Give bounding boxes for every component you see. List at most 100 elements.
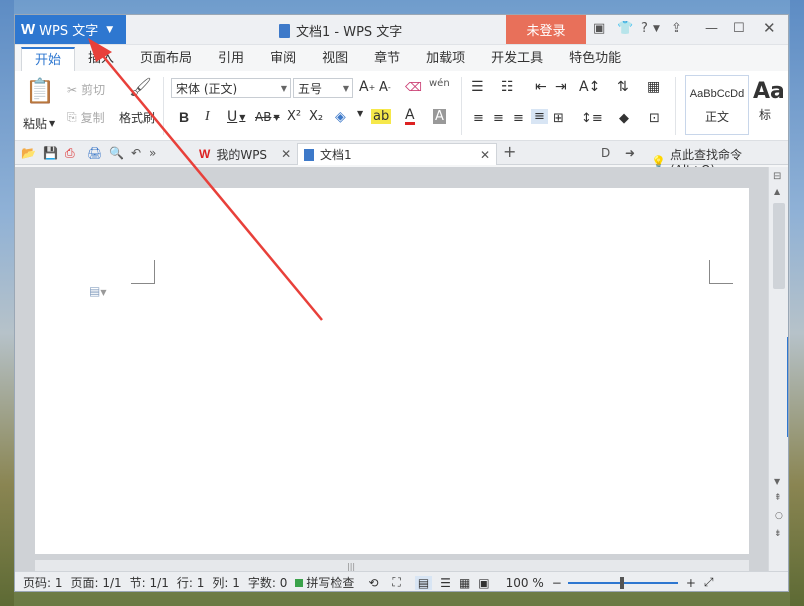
close-icon[interactable]: ✕ [480, 148, 490, 162]
tab-features[interactable]: 特色功能 [556, 47, 634, 71]
align-right-icon[interactable]: ≡ [513, 111, 524, 126]
numbered-list-icon[interactable]: ☷ [501, 79, 514, 95]
print-preview-icon[interactable]: 🔍 [109, 146, 124, 160]
tab-home[interactable]: 开始 [21, 47, 76, 71]
fit-window-icon[interactable]: ⤢ [704, 575, 714, 590]
save-icon[interactable]: 💾 [43, 146, 58, 160]
scroll-down-icon[interactable]: ▼ [774, 477, 780, 486]
text-direction-icon[interactable]: A↕ [579, 79, 600, 95]
vertical-scrollbar[interactable]: ⊟ ▲ ▼ ⇞ ○ ⇟ [768, 167, 788, 572]
pinyin-guide-icon[interactable]: wén [429, 78, 450, 89]
app-menu-button[interactable]: W WPS 文字 ▼ [15, 15, 126, 44]
sort-icon[interactable]: ⇅ [617, 79, 629, 95]
font-color-icon[interactable]: A [405, 108, 415, 125]
subscript-button[interactable]: X₂ [309, 109, 323, 124]
paste-icon[interactable]: 📋 [25, 77, 55, 105]
history-icon[interactable]: ⟲ [368, 576, 378, 590]
superscript-button[interactable]: X² [287, 109, 301, 124]
font-shrink-icon[interactable]: A- [379, 80, 391, 95]
bold-button[interactable]: B [179, 109, 189, 125]
style-heading[interactable]: Aa 标 [753, 75, 783, 135]
zoom-level[interactable]: 100 % [506, 576, 544, 590]
help-icon[interactable]: ? [641, 21, 648, 36]
new-tab-icon[interactable]: + [503, 142, 516, 161]
ruler-toggle-icon[interactable]: ⊟ [773, 171, 781, 182]
zoom-in-icon[interactable]: + [686, 576, 696, 590]
tab-insert[interactable]: 插入 [75, 47, 127, 71]
pin-icon[interactable]: ➜ [625, 146, 635, 160]
char-shading-icon[interactable]: A [433, 109, 446, 124]
spell-check-toggle[interactable]: 拼写检查 [295, 574, 354, 591]
align-center-icon[interactable]: ≡ [493, 111, 504, 126]
tab-review[interactable]: 审阅 [257, 47, 309, 71]
open-folder-icon[interactable]: 📂 [21, 146, 36, 160]
undo-icon[interactable]: ↶ [131, 146, 141, 160]
format-painter-icon[interactable]: 🖌 [129, 77, 152, 98]
scroll-up-icon[interactable]: ▲ [774, 187, 780, 196]
text-effect-icon[interactable]: ◈ [335, 109, 346, 125]
style-normal[interactable]: AaBbCcDd 正文 [685, 75, 749, 135]
next-page-icon[interactable]: ⇟ [774, 529, 782, 539]
italic-button[interactable]: I [205, 109, 210, 125]
copy-button[interactable]: ⎘ 复制 [67, 109, 105, 126]
decrease-indent-icon[interactable]: ⇤ [535, 79, 547, 95]
tab-addins[interactable]: 加载项 [413, 47, 478, 71]
text-effect-dropdown[interactable]: ▼ [357, 109, 363, 118]
print-icon[interactable]: 🖨 [87, 146, 102, 160]
login-button[interactable]: 未登录 [506, 15, 586, 44]
paragraph-handle-icon[interactable]: ▤▼ [89, 284, 107, 298]
bullet-list-icon[interactable]: ☰ [471, 79, 484, 95]
skin-icon[interactable]: ▣ [593, 21, 605, 36]
more-icon[interactable]: » [149, 146, 156, 160]
tab-section[interactable]: 章节 [361, 47, 413, 71]
web-view-icon[interactable]: ▦ [459, 576, 470, 590]
maximize-icon[interactable]: ☐ [733, 21, 745, 36]
page-view-icon[interactable]: ▤ [414, 575, 433, 590]
clear-format-icon[interactable]: ⌫ [405, 80, 422, 94]
cut-button[interactable]: ✂ 剪切 [67, 81, 105, 98]
align-left-icon[interactable]: ≡ [473, 111, 484, 126]
font-grow-icon[interactable]: A + [359, 79, 375, 95]
underline-button[interactable]: U ▼ [227, 109, 245, 125]
export-pdf-icon[interactable]: ⎙ [65, 146, 75, 161]
justify-icon[interactable]: ≡ [531, 109, 548, 124]
minimize-icon[interactable]: — [705, 21, 718, 36]
zoom-slider[interactable] [567, 576, 678, 589]
tab-document[interactable]: 文档1 ✕ [297, 143, 497, 165]
tab-document-label: 文档1 [320, 148, 352, 162]
select-browse-icon[interactable]: ○ [775, 511, 783, 521]
paste-button[interactable]: 粘贴 ▼ [23, 115, 55, 132]
reading-view-icon[interactable]: ▣ [478, 576, 489, 590]
close-icon[interactable]: ✕ [281, 147, 291, 161]
table-grid-icon[interactable]: ▦ [647, 79, 660, 95]
line-spacing-icon[interactable]: ↕≡ [581, 111, 603, 126]
tab-my-wps[interactable]: W 我的WPS ✕ [193, 143, 297, 165]
font-name-select[interactable]: 宋体 (正文) ▼ [171, 78, 291, 98]
document-page[interactable]: ▤▼ [35, 188, 749, 554]
highlight-icon[interactable]: ab [371, 109, 392, 124]
format-painter-button[interactable]: 格式刷 [119, 109, 155, 126]
tab-references[interactable]: 引用 [205, 47, 257, 71]
tab-developer[interactable]: 开发工具 [478, 47, 556, 71]
outline-view-icon[interactable]: ☰ [440, 576, 451, 590]
previous-page-icon[interactable]: ⇞ [774, 493, 782, 503]
fullscreen-icon[interactable]: ⛶ [392, 575, 400, 590]
strikethrough-button[interactable]: AB ▼ [255, 110, 280, 124]
border-icon[interactable]: ⊡ [649, 111, 660, 126]
tab-view[interactable]: 视图 [309, 47, 361, 71]
zoom-slider-thumb[interactable] [619, 576, 624, 589]
shading-icon[interactable]: ◆ [619, 111, 629, 126]
shirt-icon[interactable]: 👕 [617, 21, 633, 36]
increase-indent-icon[interactable]: ⇥ [555, 79, 567, 95]
status-word-count[interactable]: 字数: 0 [248, 574, 288, 591]
upload-icon[interactable]: ⇪ [671, 21, 682, 36]
zoom-out-icon[interactable]: − [552, 576, 562, 590]
tools-icon[interactable]: D [601, 146, 610, 160]
side-panel-toggle[interactable] [787, 337, 788, 437]
font-size-select[interactable]: 五号 ▼ [293, 78, 353, 98]
scroll-thumb[interactable] [773, 203, 785, 289]
distribute-icon[interactable]: ⊞ [553, 111, 564, 126]
close-icon[interactable]: ✕ [763, 19, 776, 37]
tab-page-layout[interactable]: 页面布局 [127, 47, 205, 71]
help-dropdown-icon[interactable]: ▼ [653, 24, 660, 34]
